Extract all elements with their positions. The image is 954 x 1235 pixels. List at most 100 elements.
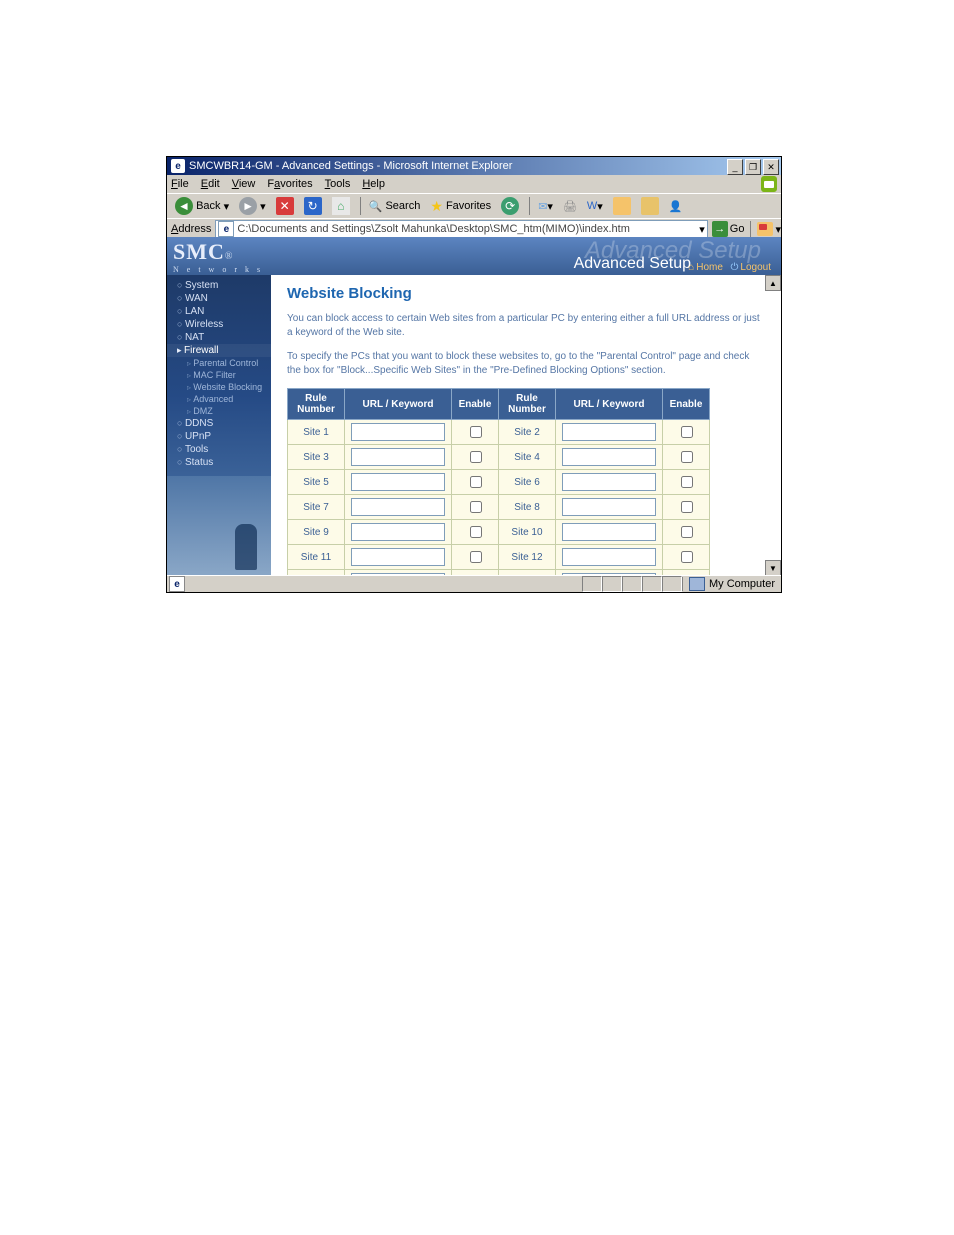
enable-checkbox[interactable] [681,476,693,488]
menu-file[interactable]: File [171,178,189,190]
maximize-button[interactable]: ❐ [745,159,761,175]
url-cell-right [556,495,663,520]
url-input[interactable] [351,523,445,541]
sidebar-nav: System WAN LAN Wireless NAT Firewall Par… [167,275,271,576]
go-button[interactable]: → [712,221,728,237]
forward-button[interactable]: ► ▾ [235,196,270,216]
close-button[interactable]: ✕ [763,159,779,175]
url-input[interactable] [562,473,656,491]
discuss-button[interactable] [609,196,635,216]
menu-view[interactable]: View [232,178,256,190]
nav-lan[interactable]: LAN [167,305,271,318]
scroll-up-button[interactable]: ▲ [765,275,781,291]
menu-favorites[interactable]: Favorites [267,178,312,190]
enable-checkbox[interactable] [681,526,693,538]
url-input[interactable] [351,448,445,466]
links-chevron[interactable]: ▾ [775,223,781,236]
rule-label-right: Site 8 [499,495,556,520]
enable-checkbox[interactable] [681,426,693,438]
stop-button[interactable]: ✕ [272,196,298,216]
nav-nat[interactable]: NAT [167,331,271,344]
home-icon: ⌂ [688,262,694,273]
refresh-button[interactable]: ↻ [300,196,326,216]
nav-mac-filter[interactable]: MAC Filter [167,369,271,381]
smc-logo: SMC® N e t w o r k s [173,239,263,274]
research-button[interactable] [637,196,663,216]
menu-help[interactable]: Help [362,178,385,190]
enable-cell-left [452,520,499,545]
enable-cell-left [452,445,499,470]
url-input[interactable] [351,423,445,441]
url-cell-left [345,545,452,570]
favorites-button[interactable]: ★ Favorites [426,196,495,216]
enable-checkbox[interactable] [470,451,482,463]
url-input[interactable] [351,548,445,566]
nav-ddns[interactable]: DDNS [167,417,271,430]
go-label: Go [730,223,745,235]
enable-cell-left [452,545,499,570]
enable-cell-left [452,420,499,445]
enable-cell-right [663,420,710,445]
nav-status[interactable]: Status [167,456,271,469]
th-rule-left: Rule Number [288,389,345,420]
title-bar: e SMCWBR14-GM - Advanced Settings - Micr… [167,157,781,175]
address-label: Address [171,223,211,235]
enable-checkbox[interactable] [470,476,482,488]
nav-advanced[interactable]: Advanced [167,393,271,405]
url-input[interactable] [562,498,656,516]
nav-upnp[interactable]: UPnP [167,430,271,443]
nav-tools[interactable]: Tools [167,443,271,456]
address-field[interactable]: e C:\Documents and Settings\Zsolt Mahunk… [215,220,707,238]
header-links: ⌂Home ⏻Logout [688,262,771,273]
minimize-button[interactable]: _ [727,159,743,175]
rule-label-left: Site 5 [288,470,345,495]
back-button[interactable]: ◄ Back ▾ [171,196,233,216]
nav-firewall[interactable]: Firewall [167,344,271,357]
th-url-left: URL / Keyword [345,389,452,420]
url-cell-left [345,420,452,445]
url-input[interactable] [562,448,656,466]
scroll-down-button[interactable]: ▼ [765,560,781,576]
nav-dmz[interactable]: DMZ [167,405,271,417]
enable-checkbox[interactable] [470,426,482,438]
windows-flag-icon [761,176,777,192]
nav-website-blocking[interactable]: Website Blocking [167,381,271,393]
table-row: Site 7 Site 8 [288,495,710,520]
edit-button[interactable]: W▾ [583,196,607,216]
home-link[interactable]: Home [696,262,723,273]
url-cell-right [556,520,663,545]
messenger-button[interactable]: 👤 [665,196,687,216]
search-button[interactable]: 🔍 Search [365,196,425,216]
rule-label-left: Site 7 [288,495,345,520]
url-input[interactable] [351,473,445,491]
url-input[interactable] [562,548,656,566]
enable-cell-right [663,495,710,520]
enable-checkbox[interactable] [470,526,482,538]
url-input[interactable] [351,498,445,516]
nav-wan[interactable]: WAN [167,292,271,305]
nav-system[interactable]: System [167,279,271,292]
url-input[interactable] [562,523,656,541]
menu-edit[interactable]: Edit [201,178,220,190]
mail-button[interactable]: ✉▾ [534,196,557,216]
enable-checkbox[interactable] [681,451,693,463]
history-button[interactable]: ⟳ [497,196,523,216]
enable-checkbox[interactable] [470,551,482,563]
print-button[interactable]: 🖨 [559,196,581,216]
links-button[interactable] [757,222,773,236]
rules-table: Rule Number URL / Keyword Enable Rule Nu… [287,388,710,576]
page-desc-2: To specify the PCs that you want to bloc… [287,350,765,378]
enable-checkbox[interactable] [681,501,693,513]
logout-link[interactable]: Logout [740,262,771,273]
enable-checkbox[interactable] [470,501,482,513]
nav-wireless[interactable]: Wireless [167,318,271,331]
home-button[interactable]: ⌂ [328,196,354,216]
rule-label-left: Site 11 [288,545,345,570]
enable-checkbox[interactable] [681,551,693,563]
ie-icon: e [171,159,185,173]
url-input[interactable] [562,423,656,441]
menu-tools[interactable]: Tools [325,178,351,190]
nav-parental-control[interactable]: Parental Control [167,357,271,369]
enable-cell-right [663,470,710,495]
rule-label-right: Site 4 [499,445,556,470]
